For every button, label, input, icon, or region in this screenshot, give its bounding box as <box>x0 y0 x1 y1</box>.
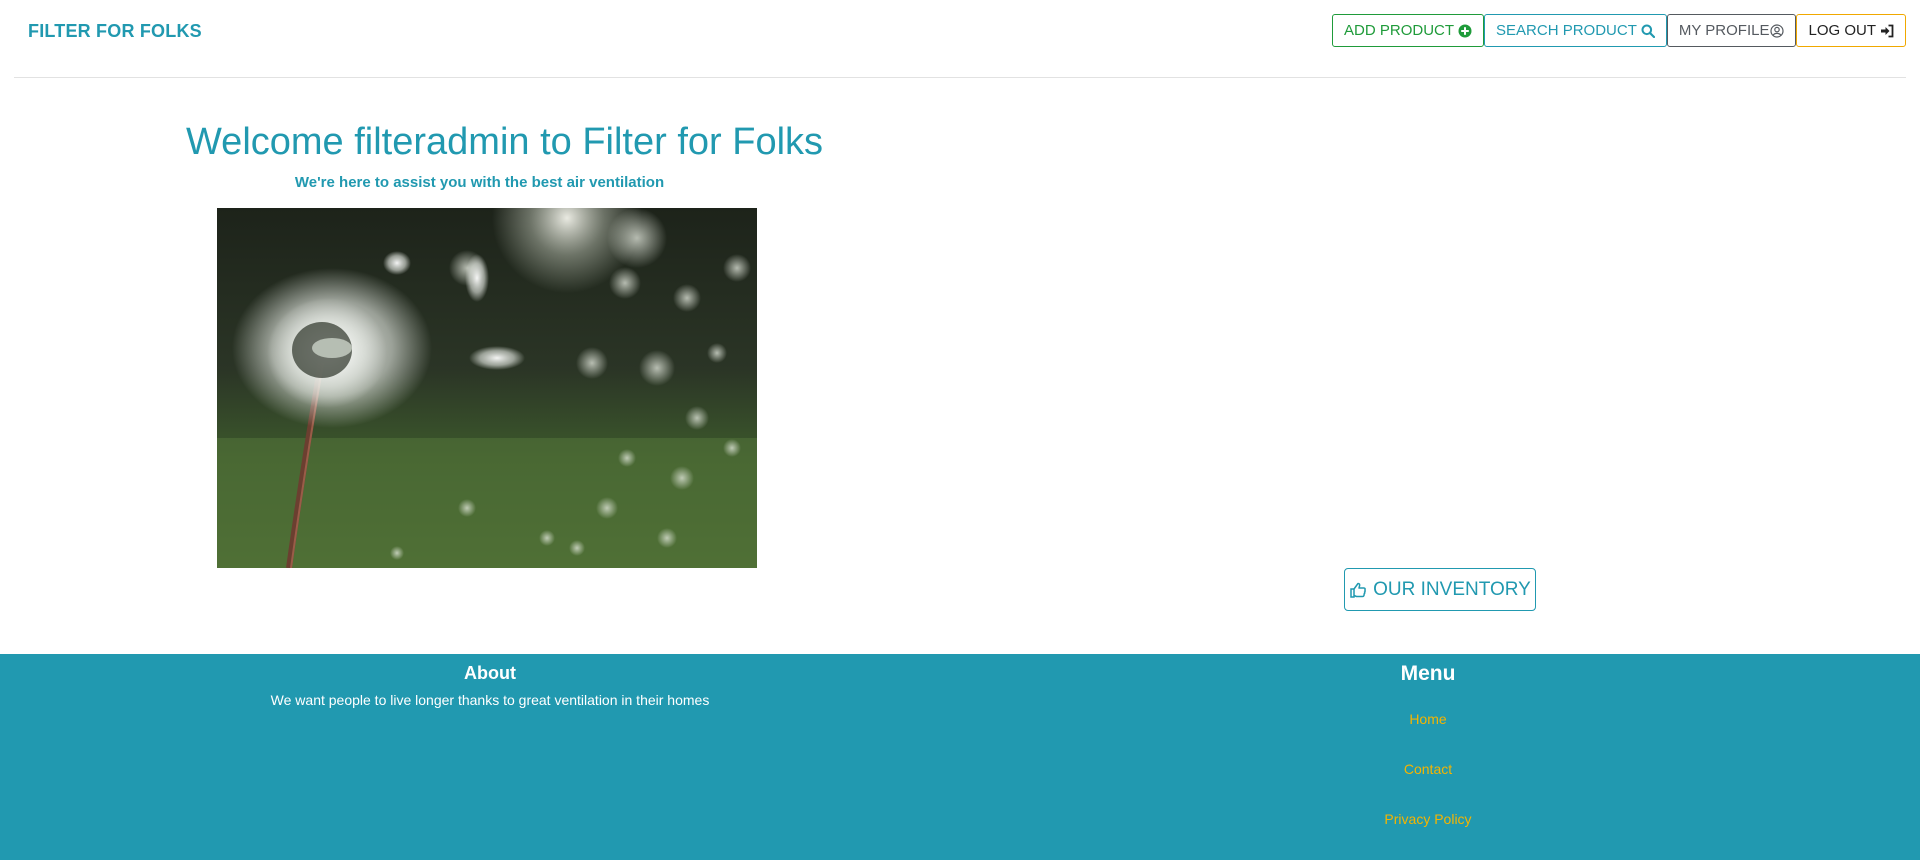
footer-link-contact[interactable]: Contact <box>1328 761 1528 777</box>
add-product-label: ADD PRODUCT <box>1344 22 1455 39</box>
log-out-label: LOG OUT <box>1808 22 1876 39</box>
log-out-button[interactable]: LOG OUT <box>1796 14 1906 47</box>
my-profile-button[interactable]: MY PROFILE <box>1666 14 1797 47</box>
search-product-button[interactable]: SEARCH PRODUCT <box>1484 14 1667 47</box>
add-product-button[interactable]: ADD PRODUCT <box>1332 14 1485 47</box>
sign-in-icon <box>1881 24 1894 37</box>
footer-link-privacy-policy[interactable]: Privacy Policy <box>1328 811 1528 827</box>
dandelion-photo <box>217 208 757 568</box>
search-icon <box>1641 24 1655 38</box>
our-inventory-label: OUR INVENTORY <box>1373 578 1531 600</box>
navbar: FILTER FOR FOLKS ADD PRODUCT SEARCH PROD… <box>0 0 1920 78</box>
page-subtitle: We're here to assist you with the best a… <box>294 174 665 191</box>
thumbs-up-icon <box>1350 582 1367 598</box>
nav-buttons: ADD PRODUCT SEARCH PRODUCT MY PROFILE LO… <box>1332 14 1906 47</box>
page-title: Welcome filteradmin to Filter for Folks <box>186 121 824 163</box>
nav-divider <box>14 77 1906 78</box>
hero-image <box>217 208 757 568</box>
menu-heading: Menu <box>1400 662 1456 685</box>
brand-link[interactable]: FILTER FOR FOLKS <box>28 21 202 42</box>
footer: About We want people to live longer than… <box>0 654 1920 860</box>
our-inventory-button[interactable]: OUR INVENTORY <box>1344 568 1536 611</box>
search-product-label: SEARCH PRODUCT <box>1496 22 1637 39</box>
my-profile-label: MY PROFILE <box>1678 22 1770 39</box>
user-circle-icon <box>1770 23 1785 38</box>
footer-link-home[interactable]: Home <box>1328 711 1528 727</box>
plus-circle-icon <box>1458 24 1472 37</box>
about-heading: About <box>464 663 516 683</box>
about-text: We want people to live longer thanks to … <box>270 692 710 708</box>
